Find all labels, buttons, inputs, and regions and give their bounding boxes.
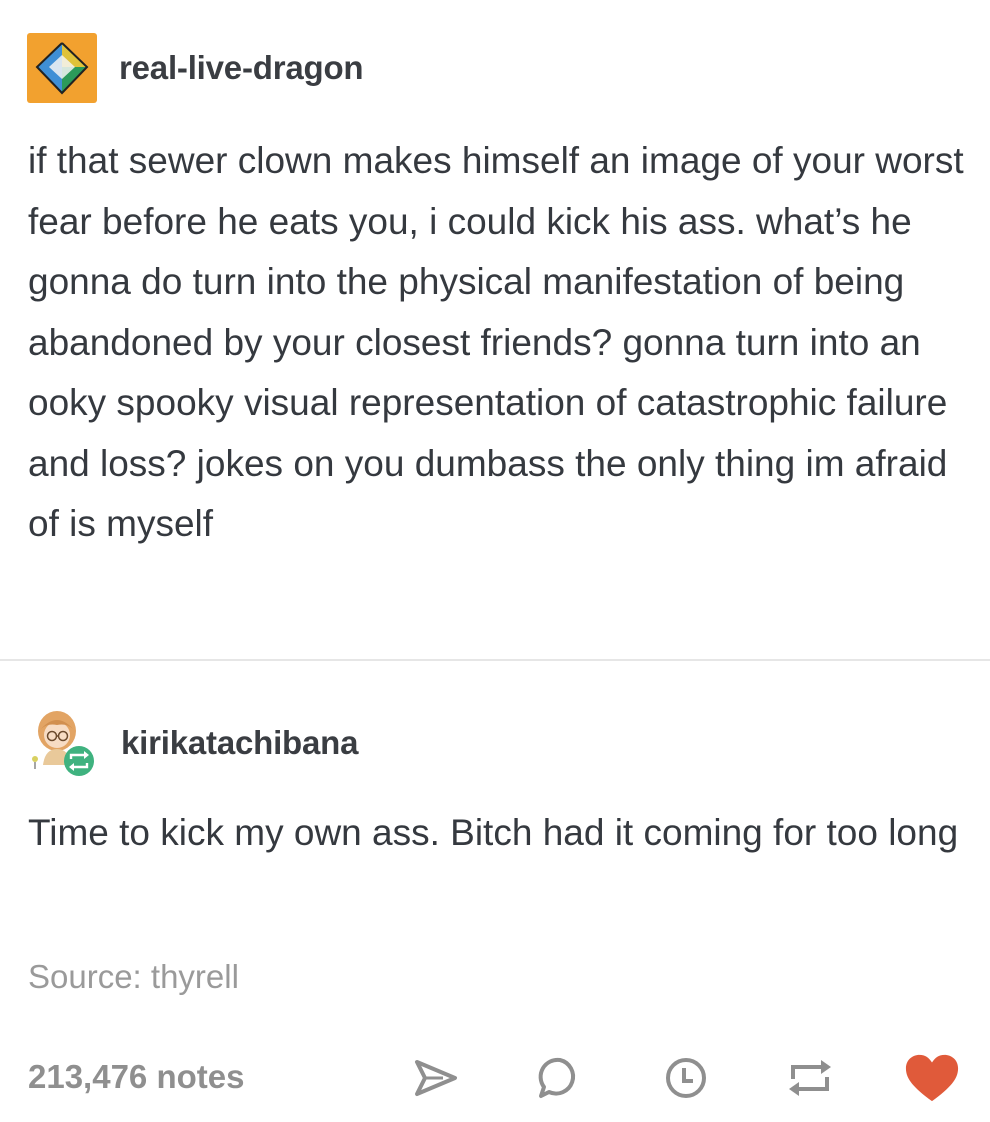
reblog-header: kirikatachibana [27, 703, 358, 783]
reblog-divider [0, 659, 990, 661]
reblog-avatar[interactable] [27, 703, 107, 783]
source-link[interactable]: thyrell [151, 958, 239, 995]
reblog-text: Time to kick my own ass. Bitch had it co… [28, 812, 959, 853]
like-heart-icon [905, 1054, 959, 1102]
reply-icon [538, 1057, 576, 1098]
tumblr-post: real-live-dragon if that sewer clown mak… [0, 0, 990, 1122]
source-attribution: Source: thyrell [28, 958, 239, 996]
reblog-icon [789, 1060, 831, 1096]
queue-icon [666, 1058, 706, 1098]
post-footer: 213,476 notes [0, 1046, 990, 1110]
op-post-text: if that sewer clown makes himself an ima… [28, 140, 964, 544]
op-blog-name[interactable]: real-live-dragon [119, 49, 364, 87]
notes-count[interactable]: 213,476 notes [28, 1058, 244, 1096]
source-label: Source: [28, 958, 142, 995]
reblog-blog-name[interactable]: kirikatachibana [121, 724, 358, 762]
queue-button[interactable] [658, 1050, 714, 1106]
op-header: real-live-dragon [27, 33, 364, 103]
reblog-badge-icon [64, 746, 94, 776]
reblog-button[interactable] [782, 1050, 838, 1106]
d20-dice-icon [35, 42, 89, 95]
like-button[interactable] [904, 1050, 960, 1106]
share-icon [415, 1060, 457, 1096]
reply-button[interactable] [532, 1050, 588, 1106]
op-avatar[interactable] [27, 33, 97, 103]
anime-character-avatar [32, 711, 94, 776]
share-button[interactable] [408, 1050, 464, 1106]
